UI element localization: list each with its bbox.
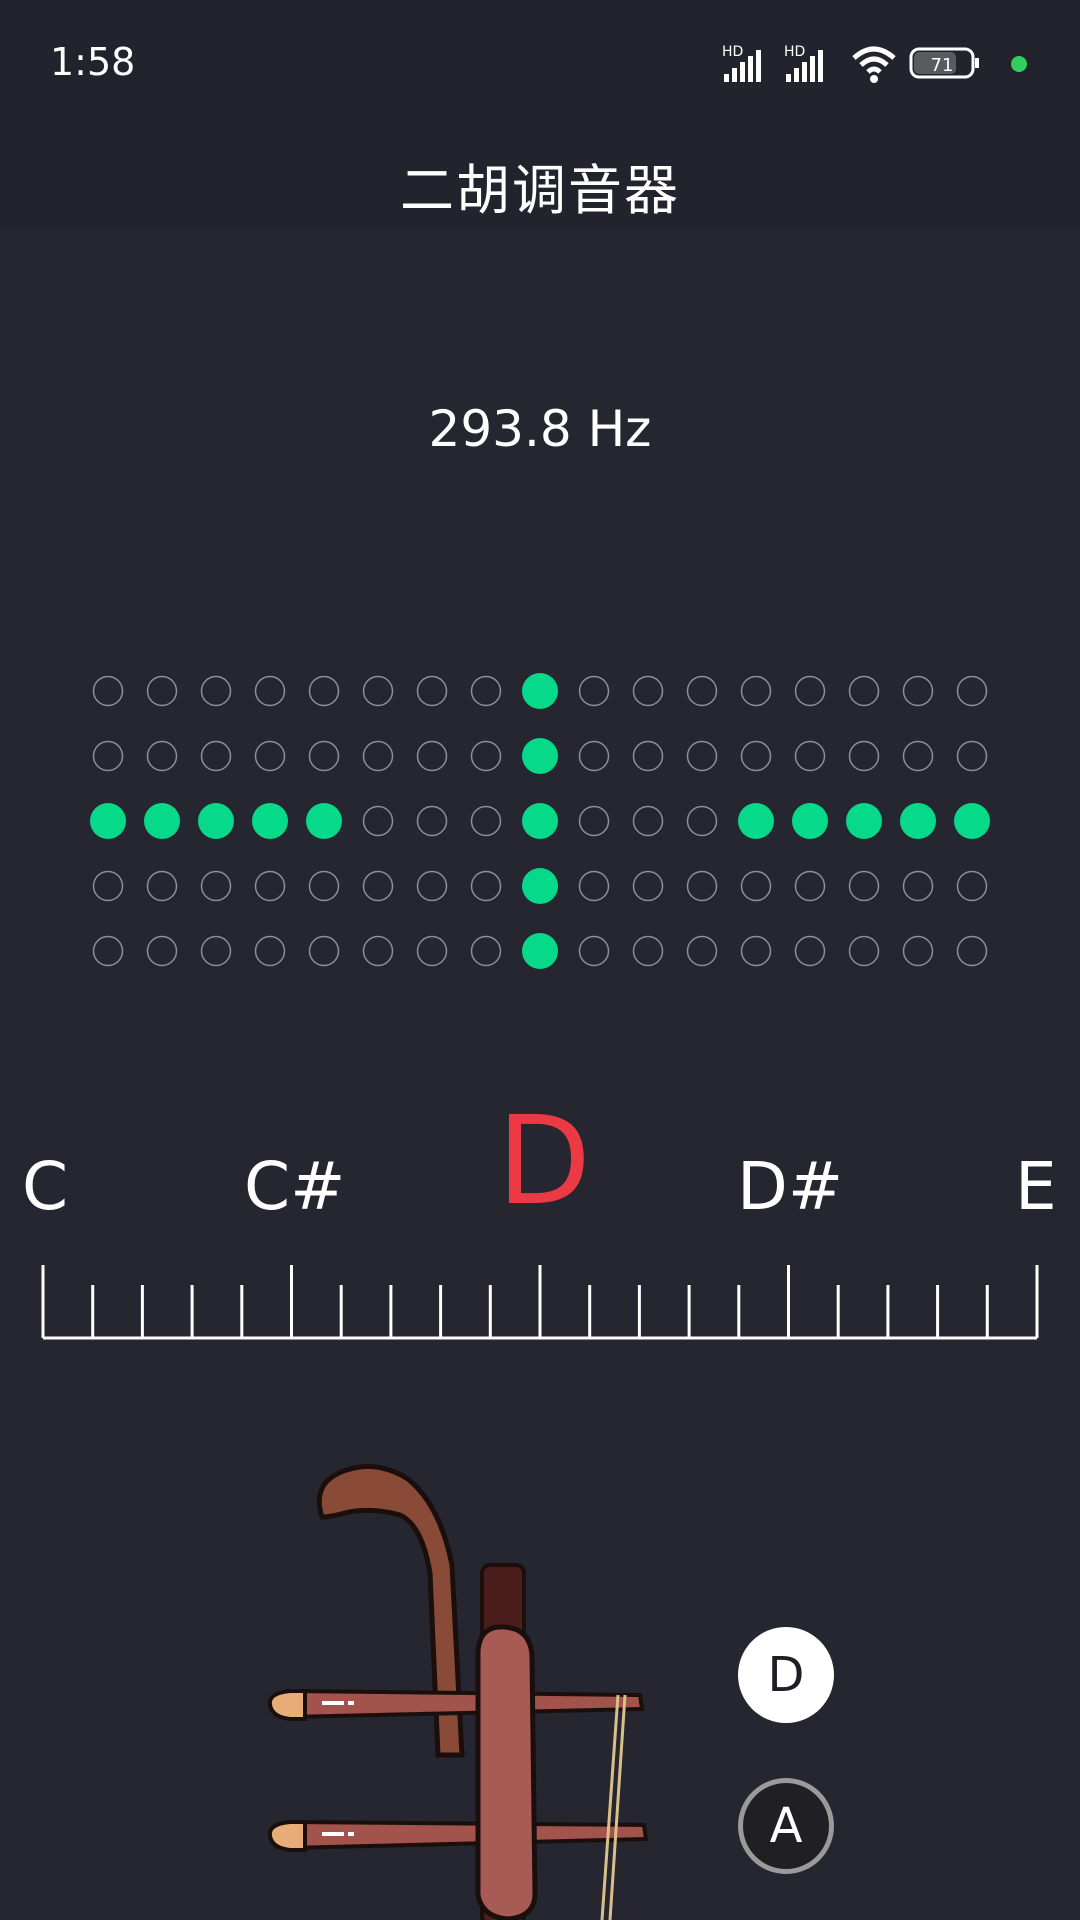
matrix-dot — [92, 740, 124, 772]
matrix-dot — [794, 675, 826, 707]
matrix-dot — [362, 675, 394, 707]
matrix-dot — [200, 935, 232, 967]
matrix-dot — [686, 935, 718, 967]
matrix-dot — [632, 935, 664, 967]
matrix-dot — [470, 805, 502, 837]
current-note: D — [497, 1090, 591, 1232]
matrix-dot — [578, 870, 610, 902]
matrix-dot — [578, 935, 610, 967]
matrix-dot-active — [954, 803, 990, 839]
matrix-dot — [308, 870, 340, 902]
matrix-dot — [308, 675, 340, 707]
matrix-dot — [632, 870, 664, 902]
matrix-dot — [956, 675, 988, 707]
matrix-dot — [254, 675, 286, 707]
matrix-dot — [902, 935, 934, 967]
pitch-ruler — [41, 1265, 1039, 1340]
matrix-dot — [794, 935, 826, 967]
matrix-dot — [308, 740, 340, 772]
matrix-dot — [740, 675, 772, 707]
matrix-dot — [956, 870, 988, 902]
matrix-dot — [578, 675, 610, 707]
matrix-dot — [848, 740, 880, 772]
matrix-dot — [200, 870, 232, 902]
matrix-dot-active — [522, 803, 558, 839]
matrix-dot — [578, 740, 610, 772]
matrix-dot — [902, 675, 934, 707]
matrix-dot — [92, 870, 124, 902]
matrix-dot — [686, 805, 718, 837]
matrix-dot — [794, 740, 826, 772]
matrix-dot-active — [252, 803, 288, 839]
matrix-dot — [470, 675, 502, 707]
matrix-dot — [740, 935, 772, 967]
matrix-dot — [200, 675, 232, 707]
matrix-dot-active — [522, 738, 558, 774]
matrix-dot — [416, 870, 448, 902]
matrix-dot — [470, 740, 502, 772]
matrix-dot-active — [900, 803, 936, 839]
matrix-dot-active — [522, 868, 558, 904]
matrix-dot — [794, 870, 826, 902]
matrix-dot — [146, 870, 178, 902]
matrix-dot — [362, 805, 394, 837]
matrix-dot — [740, 740, 772, 772]
matrix-dot — [146, 675, 178, 707]
note-label-d-sharp: D# — [737, 1148, 844, 1225]
matrix-dot — [146, 935, 178, 967]
matrix-dot — [848, 675, 880, 707]
matrix-dot — [254, 870, 286, 902]
matrix-dot-active — [90, 803, 126, 839]
matrix-dot — [686, 740, 718, 772]
note-label-c-sharp: C# — [244, 1148, 346, 1225]
matrix-dot — [362, 740, 394, 772]
matrix-dot — [254, 935, 286, 967]
matrix-dot — [632, 805, 664, 837]
matrix-dot — [578, 805, 610, 837]
matrix-dot — [362, 935, 394, 967]
matrix-dot — [416, 935, 448, 967]
matrix-dot — [740, 870, 772, 902]
matrix-dot — [416, 740, 448, 772]
matrix-dot — [470, 935, 502, 967]
note-label-c: C — [22, 1148, 69, 1225]
matrix-dot — [470, 870, 502, 902]
matrix-dot — [416, 805, 448, 837]
matrix-dot-active — [306, 803, 342, 839]
matrix-dot — [686, 675, 718, 707]
matrix-dot-active — [846, 803, 882, 839]
matrix-dot-active — [792, 803, 828, 839]
matrix-dot-active — [522, 933, 558, 969]
string-a-button[interactable]: A — [738, 1778, 834, 1874]
matrix-dot — [254, 740, 286, 772]
matrix-dot — [632, 740, 664, 772]
matrix-dot-active — [522, 673, 558, 709]
matrix-dot-active — [144, 803, 180, 839]
erhu-illustration — [267, 1464, 649, 1920]
matrix-dot — [902, 870, 934, 902]
matrix-dot — [956, 935, 988, 967]
matrix-dot-active — [198, 803, 234, 839]
matrix-dot — [200, 740, 232, 772]
matrix-dot — [92, 675, 124, 707]
matrix-dot-active — [738, 803, 774, 839]
matrix-dot — [146, 740, 178, 772]
matrix-dot — [632, 675, 664, 707]
matrix-dot — [686, 870, 718, 902]
matrix-dot — [362, 870, 394, 902]
matrix-dot — [416, 675, 448, 707]
matrix-dot — [848, 870, 880, 902]
matrix-dot — [956, 740, 988, 772]
matrix-dot — [848, 935, 880, 967]
matrix-dot — [92, 935, 124, 967]
note-label-e: E — [1015, 1148, 1057, 1225]
matrix-dot — [308, 935, 340, 967]
string-d-button[interactable]: D — [738, 1627, 834, 1723]
matrix-dot — [902, 740, 934, 772]
